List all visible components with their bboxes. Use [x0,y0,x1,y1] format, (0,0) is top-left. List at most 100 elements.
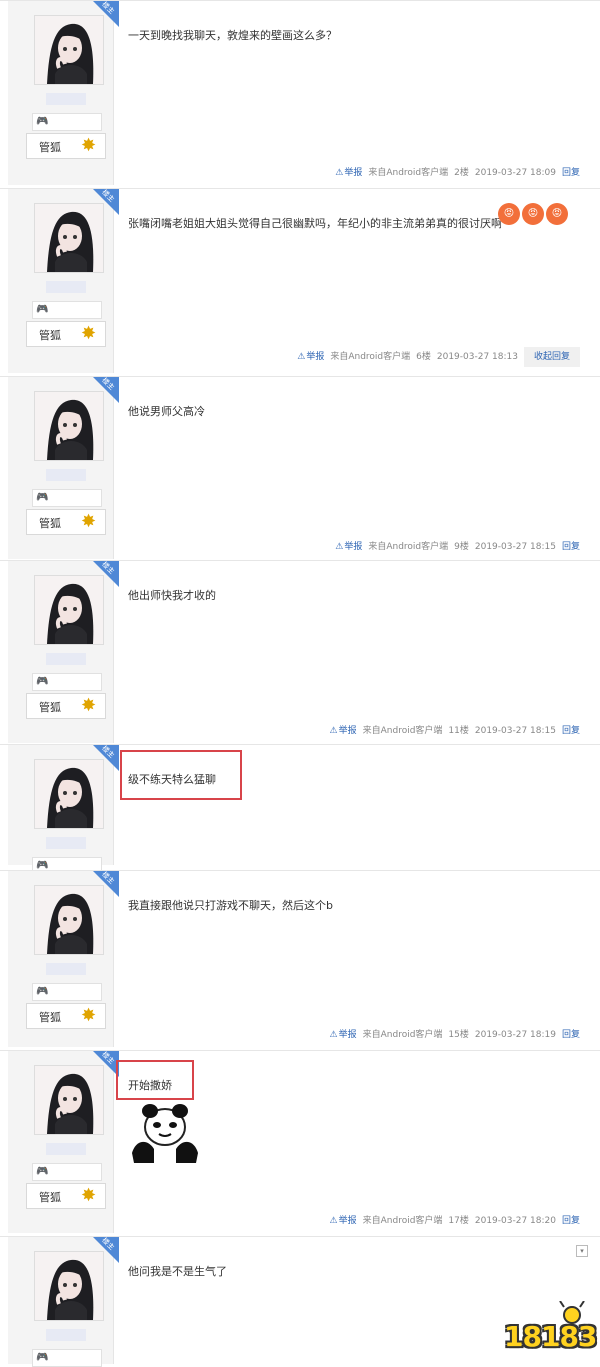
username-blurred[interactable] [46,1329,86,1341]
post-time: 2019-03-27 18:15 [474,726,556,736]
username-blurred[interactable] [46,653,86,665]
post-6: 楼主 🎮 管狐 ✸ 我直接跟他说只打游戏不聊天，然后这个b ⚠举报 来自Android客户端… [0,870,600,1047]
reply-button[interactable]: 回复 [562,1216,580,1226]
post-content: 他说男师父高冷 [128,405,205,418]
report-link[interactable]: 举报 [339,1030,357,1040]
username-blurred[interactable] [46,469,86,481]
gamepad-icon: 🎮 [36,986,49,997]
louzhu-badge: 楼主 [93,1237,119,1263]
client-source: 来自Android客户端 [330,352,411,362]
gamepad-icon: 🎮 [36,676,49,687]
post-content: 他问我是不是生气了 [128,1265,227,1278]
louzhu-badge: 楼主 [93,745,119,771]
gamepad-icon: 🎮 [36,1166,49,1177]
thread-page: 楼主 🎮 管狐 ✸ 一天到晚找我聊天，敦煌来的壁画这么多？ ⚠举报 来自Android客户端… [0,0,600,1367]
fan-level-label: 管狐 [39,701,61,714]
level-star-icon: ✸ [81,1005,97,1026]
floor-number: 2楼 [454,168,469,178]
post-4: 楼主 🎮 管狐 ✸ 他出师快我才收的 ⚠举报 来自Android客户端 11楼 2019-03-… [0,560,600,743]
gamepad-icon: 🎮 [36,304,49,315]
fan-level-badge[interactable]: 管狐 ✸ [26,1183,106,1209]
report-link[interactable]: 举报 [344,542,362,552]
author-sidebar: 楼主 🎮 管狐 ✸ [8,189,119,373]
reply-button[interactable]: 回复 [562,168,580,178]
username-blurred[interactable] [46,1143,86,1155]
louzhu-badge: 楼主 [93,561,119,587]
fan-level-label: 管狐 [39,1191,61,1204]
post-content: 我直接跟他说只打游戏不聊天，然后这个b [128,899,333,912]
level-star-icon: ✸ [81,135,97,156]
client-source: 来自Android客户端 [368,542,449,552]
fan-level-badge[interactable]: 管狐 ✸ [26,693,106,719]
highlight-box [120,750,242,800]
username-blurred[interactable] [46,93,86,105]
username-blurred[interactable] [46,963,86,975]
floor-number: 9楼 [454,542,469,552]
reply-button[interactable]: 收起回复 [523,347,580,367]
warning-icon: ⚠ [297,352,306,362]
site-logo: 18183 [500,1301,597,1357]
fan-level-badge[interactable]: 管狐 ✸ [26,133,106,159]
post-tail: ⚠举报 来自Android客户端 11楼 2019-03-27 18:15 回复 [324,723,580,736]
gamepad-icon: 🎮 [36,116,49,127]
reply-button[interactable]: 回复 [562,1030,580,1040]
fan-level-badge[interactable]: 管狐 ✸ [26,321,106,347]
author-sidebar: 楼主 🎮 管狐 ✸ [8,1051,119,1233]
louzhu-badge: 楼主 [93,1,119,27]
angry-emoji-icon: 😡 [546,203,568,225]
game-badge: 🎮 [32,983,102,1001]
client-source: 来自Android客户端 [362,1030,443,1040]
game-badge: 🎮 [32,113,102,131]
game-badge: 🎮 [32,1349,102,1367]
warning-icon: ⚠ [335,542,344,552]
game-badge: 🎮 [32,1163,102,1181]
louzhu-badge: 楼主 [93,189,119,215]
post-tail: ⚠举报 来自Android客户端 6楼 2019-03-27 18:13 收起回复 [291,347,580,367]
angry-emoji-icon: 😡 [522,203,544,225]
report-link[interactable]: 举报 [339,1216,357,1226]
reply-button[interactable]: 回复 [562,726,580,736]
gamepad-icon: 🎮 [36,1352,49,1363]
warning-icon: ⚠ [329,1216,338,1226]
client-source: 来自Android客户端 [362,1216,443,1226]
post-content: 张嘴闭嘴老姐姐大姐头觉得自己很幽默吗，年纪小的非主流弟弟真的很讨厌啊 [128,217,502,230]
post-2: 楼主 🎮 管狐 ✸ 张嘴闭嘴老姐姐大姐头觉得自己很幽默吗，年纪小的非主流弟弟真的很讨厌啊… [0,188,600,373]
gamepad-icon: 🎮 [36,492,49,503]
post-time: 2019-03-27 18:13 [436,352,518,362]
highlight-box [116,1060,194,1100]
author-sidebar: 楼主 🎮 [8,1237,119,1367]
post-content: 他出师快我才收的 [128,589,216,602]
client-source: 来自Android客户端 [368,168,449,178]
louzhu-badge: 楼主 [93,377,119,403]
dropdown-toggle[interactable]: ▾ [576,1245,588,1257]
fan-level-label: 管狐 [39,329,61,342]
floor-number: 11楼 [448,726,469,736]
post-7: 楼主 🎮 管狐 ✸ 开始撒娇 ⚠举报 来自Android客户端 17楼 2019-03-27 1… [0,1050,600,1233]
floor-number: 15楼 [448,1030,469,1040]
author-sidebar: 楼主 🎮 管狐 ✸ [8,377,119,559]
post-time: 2019-03-27 18:20 [474,1216,556,1226]
game-badge: 🎮 [32,673,102,691]
post-content: 一天到晚找我聊天，敦煌来的壁画这么多？ [128,29,337,42]
logo-text: 18183 [504,1320,597,1353]
report-link[interactable]: 举报 [306,352,324,362]
report-link[interactable]: 举报 [339,726,357,736]
post-time: 2019-03-27 18:09 [474,168,556,178]
angry-emoji-icon: 😡 [498,203,520,225]
report-link[interactable]: 举报 [344,168,362,178]
warning-icon: ⚠ [329,726,338,736]
level-star-icon: ✸ [81,695,97,716]
post-tail: ⚠举报 来自Android客户端 9楼 2019-03-27 18:15 回复 [329,539,580,552]
panda-meme-image [126,1103,204,1167]
fan-level-badge[interactable]: 管狐 ✸ [26,509,106,535]
post-1: 楼主 🎮 管狐 ✸ 一天到晚找我聊天，敦煌来的壁画这么多？ ⚠举报 来自Android客户端… [0,0,600,185]
author-sidebar: 楼主 🎮 管狐 ✸ [8,1,119,185]
reply-button[interactable]: 回复 [562,542,580,552]
warning-icon: ⚠ [335,168,344,178]
username-blurred[interactable] [46,837,86,849]
floor-number: 17楼 [448,1216,469,1226]
username-blurred[interactable] [46,281,86,293]
level-star-icon: ✸ [81,323,97,344]
author-sidebar: 楼主 🎮 管狐 ✸ [8,871,119,1047]
fan-level-badge[interactable]: 管狐 ✸ [26,1003,106,1029]
